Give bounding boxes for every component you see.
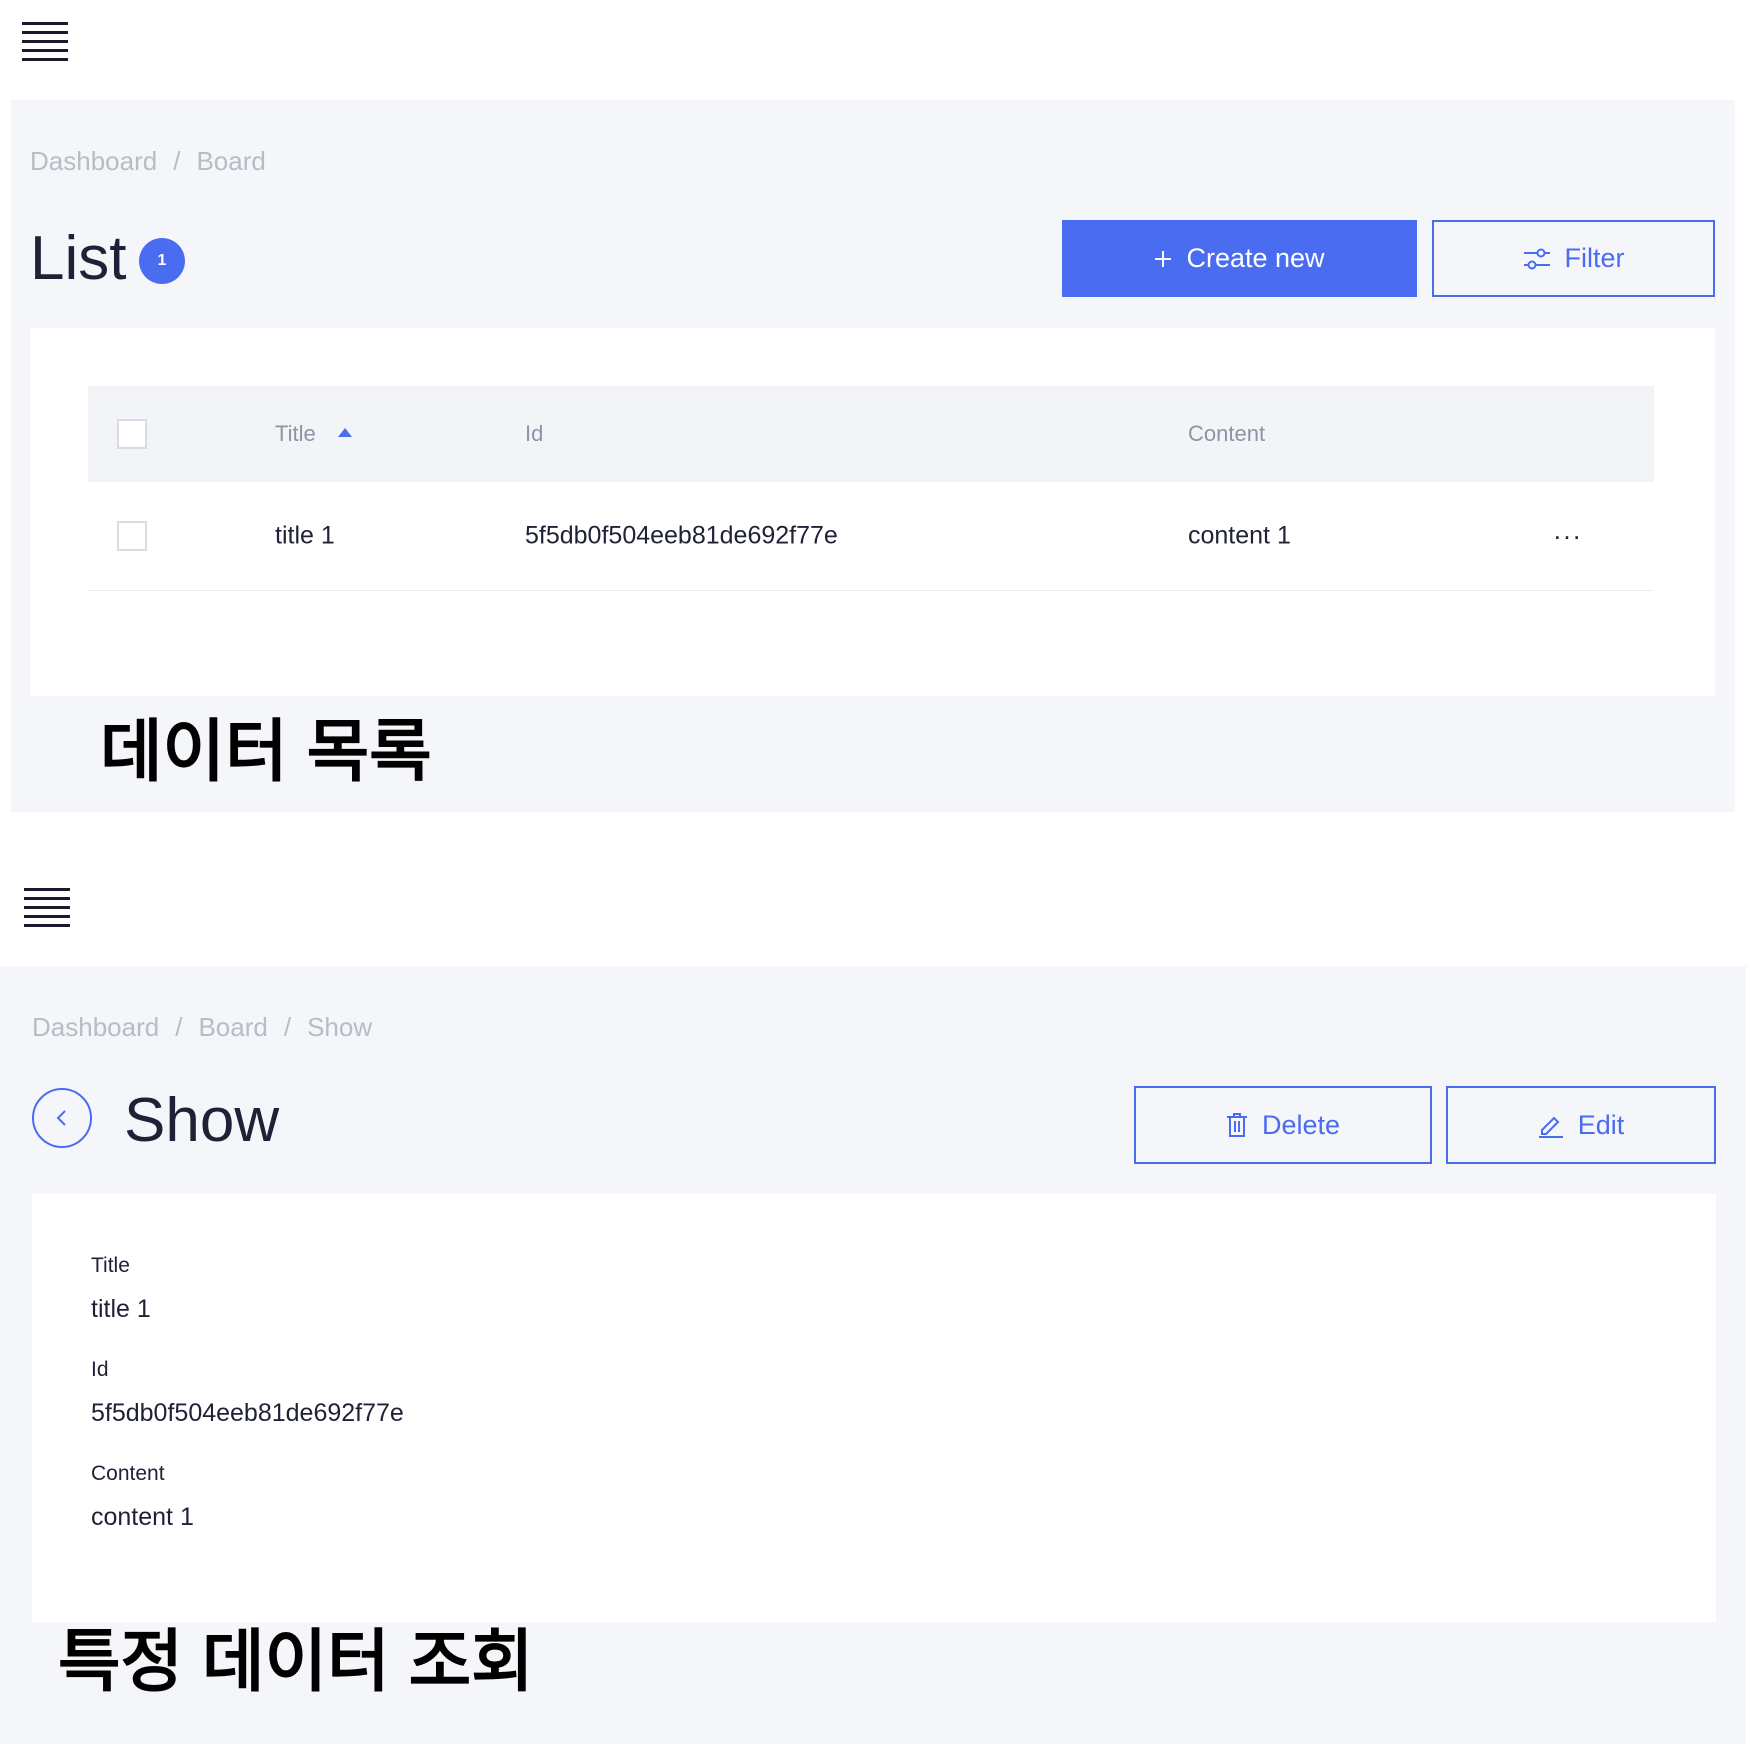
page-title: List [30,224,127,293]
field-label-title: Title [91,1254,130,1277]
breadcrumb-separator: / [283,1012,292,1042]
trash-icon [1226,1112,1248,1138]
row-checkbox[interactable] [117,521,147,551]
filter-button[interactable]: Filter [1432,220,1715,297]
row-title: title 1 [275,521,335,550]
column-header-title-label: Title [275,421,316,446]
filter-label: Filter [1564,243,1625,273]
column-header-title[interactable]: Title [275,421,352,447]
row-id: 5f5db0f504eeb81de692f77e [525,521,838,550]
column-header-content[interactable]: Content [1188,421,1265,447]
breadcrumb: Dashboard / Board / Show [32,1012,372,1043]
chevron-left-icon [55,1107,69,1129]
sliders-icon [1523,247,1551,271]
table-header: Title Id Content [88,386,1654,482]
edit-label: Edit [1577,1109,1625,1140]
edit-button[interactable]: Edit [1446,1086,1716,1164]
list-card: Title Id Content title 1 5f5db0f504eeb81… [30,328,1715,696]
create-new-label: Create new [1186,243,1325,273]
show-caption: 특정 데이터 조회 [58,1624,534,1700]
field-label-content: Content [91,1462,165,1485]
show-panel: Dashboard / Board / Show Show Delete Edit Ti… [0,966,1746,1744]
field-label-id: Id [91,1358,109,1381]
field-value-title: title 1 [91,1295,151,1323]
hamburger-menu-icon[interactable] [22,22,68,67]
pencil-icon [1538,1112,1564,1138]
field-value-id: 5f5db0f504eeb81de692f77e [91,1399,404,1427]
create-new-button[interactable]: Create new [1062,220,1417,297]
data-table: Title Id Content title 1 5f5db0f504eeb81… [88,386,1654,591]
delete-button[interactable]: Delete [1134,1086,1432,1164]
table-row[interactable]: title 1 5f5db0f504eeb81de692f77e content… [88,482,1654,591]
plus-icon [1154,250,1172,268]
breadcrumb-board[interactable]: Board [198,1012,267,1042]
breadcrumb-dashboard[interactable]: Dashboard [32,1012,159,1042]
more-actions-icon[interactable]: ··· [1553,521,1582,552]
hamburger-menu-icon[interactable] [24,888,70,933]
breadcrumb-show: Show [307,1012,373,1042]
column-header-id[interactable]: Id [525,421,543,447]
list-caption: 데이터 목록 [100,714,432,790]
field-value-content: content 1 [91,1503,194,1531]
row-content: content 1 [1188,521,1291,550]
breadcrumb-separator: / [173,146,181,176]
select-all-checkbox[interactable] [117,419,147,449]
detail-card: Title title 1 Id 5f5db0f504eeb81de692f77… [32,1194,1716,1622]
breadcrumb-separator: / [175,1012,183,1042]
list-panel: Dashboard / Board List 1 Create new Filter… [11,100,1735,812]
breadcrumb-board[interactable]: Board [196,146,265,176]
breadcrumb: Dashboard / Board [30,146,266,177]
page-title: Show [124,1086,280,1155]
count-badge: 1 [139,238,185,284]
sort-ascending-icon[interactable] [337,428,352,437]
delete-label: Delete [1261,1109,1341,1140]
back-button[interactable] [32,1088,92,1148]
breadcrumb-dashboard[interactable]: Dashboard [30,146,157,176]
